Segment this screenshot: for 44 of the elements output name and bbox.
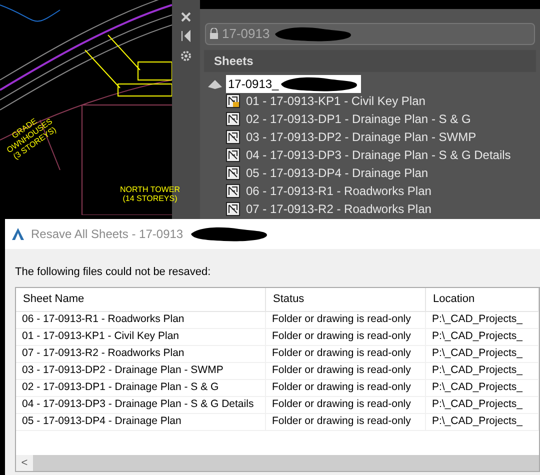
close-icon[interactable]	[181, 12, 191, 22]
dialog-title: Resave All Sheets - 17-0913	[31, 226, 184, 243]
table-cell-text: P:\_CAD_Projects_	[432, 328, 522, 344]
column-header[interactable]: Status	[266, 288, 426, 310]
sheet-item[interactable]: 05 - 17-0913-DP4 - Drainage Plan	[246, 164, 428, 182]
table-cell-text: Folder or drawing is read-only	[272, 396, 411, 412]
sheets-header: Sheets	[204, 50, 536, 72]
app-logo-icon	[11, 227, 25, 241]
table-cell-text: 02 - 17-0913-DP1 - Drainage Plan - S & G	[22, 380, 219, 395]
table-cell-text: 05 - 17-0913-DP4 - Drainage Plan	[22, 414, 182, 429]
table-cell-text: P:\_CAD_Projects_	[432, 380, 522, 395]
table-cell-text: P:\_CAD_Projects_	[432, 346, 522, 361]
sheet-set-root[interactable]: 17-0913_	[226, 74, 361, 92]
table-cell-text: Folder or drawing is read-only	[272, 414, 411, 429]
horizontal-scrollbar[interactable]: <	[16, 455, 539, 471]
table-cell-text: P:\_CAD_Projects_	[432, 396, 522, 412]
settings-icon[interactable]	[180, 50, 192, 62]
table-cell-text: 06 - 17-0913-R1 - Roadworks Plan	[22, 312, 184, 327]
table-cell-text: 04 - 17-0913-DP3 - Drainage Plan - S & G Details	[22, 396, 254, 412]
cad-label: NORTH TOWER	[120, 185, 180, 194]
sheet-item[interactable]: 06 - 17-0913-R1 - Roadworks Plan	[246, 182, 432, 200]
cad-label: (14 STOREYS)	[122, 194, 178, 203]
table-cell-text: 03 - 17-0913-DP2 - Drainage Plan - SWMP	[22, 362, 224, 378]
sheet-item[interactable]: 01 - 17-0913-KP1 - Civil Key Plan	[246, 92, 426, 110]
table-cell-text: Folder or drawing is read-only	[272, 362, 411, 378]
column-header[interactable]: Sheet Name	[16, 288, 266, 310]
table-cell-text: Folder or drawing is read-only	[272, 380, 411, 395]
table-cell-text: P:\_CAD_Projects_	[432, 414, 522, 429]
sheet-item[interactable]: 03 - 17-0913-DP2 - Drainage Plan - SWMP	[246, 128, 476, 146]
scroll-left-button[interactable]: <	[16, 455, 33, 471]
table-cell-text: Folder or drawing is read-only	[272, 328, 411, 344]
table-cell-text: 07 - 17-0913-R2 - Roadworks Plan	[22, 346, 184, 361]
table-cell-text: P:\_CAD_Projects_	[432, 362, 522, 378]
table-cell-text: Folder or drawing is read-only	[272, 312, 411, 327]
sheet-item[interactable]: 04 - 17-0913-DP3 - Drainage Plan - S & G Details	[246, 146, 511, 164]
dialog-message: The following files could not be resaved:	[15, 265, 212, 280]
lock-icon	[209, 28, 219, 40]
sheet-item[interactable]: 02 - 17-0913-DP1 - Drainage Plan - S & G	[246, 110, 471, 128]
sheet-set-name: 17-0913	[222, 25, 270, 44]
table-cell-text: P:\_CAD_Projects_	[432, 312, 522, 327]
sheet-item[interactable]: 07 - 17-0913-R2 - Roadworks Plan	[246, 200, 432, 218]
table-cell-text: Folder or drawing is read-only	[272, 346, 411, 361]
column-header[interactable]: Location	[426, 288, 539, 310]
table-cell-text: 01 - 17-0913-KP1 - Civil Key Plan	[22, 328, 179, 344]
